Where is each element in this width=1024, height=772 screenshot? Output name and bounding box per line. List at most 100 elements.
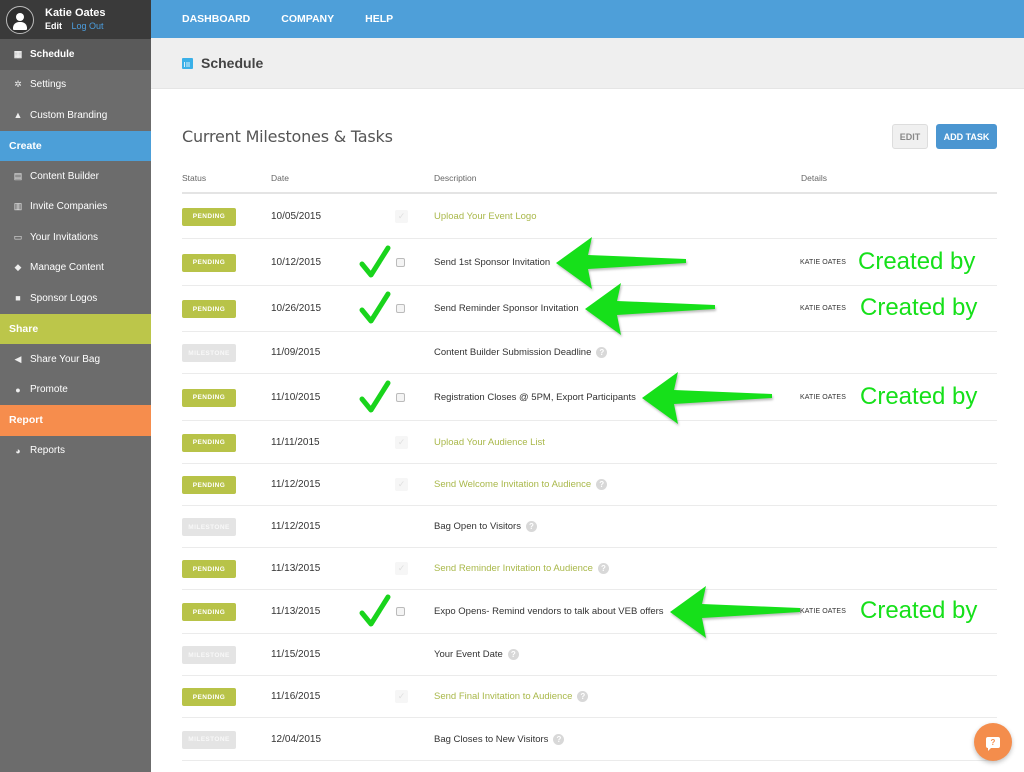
task-checkbox[interactable] bbox=[396, 607, 405, 616]
sidebar-item-your-invitations[interactable]: ▭ Your Invitations bbox=[0, 222, 151, 253]
annotation-arrow-icon bbox=[670, 586, 800, 638]
status-badge: MILESTONE bbox=[182, 646, 236, 664]
help-icon[interactable]: ? bbox=[525, 521, 537, 532]
annotation-arrow-icon bbox=[585, 283, 715, 335]
avatar[interactable] bbox=[6, 5, 34, 34]
table-row: PENDING 11/16/2015 ✓ Send Final Invitation … bbox=[182, 676, 997, 718]
completed-checkbox: ✓ bbox=[395, 435, 408, 449]
chat-help-icon: ? bbox=[986, 736, 1000, 751]
description-text: Send Reminder Invitation to Audience bbox=[434, 563, 593, 575]
status-badge: PENDING bbox=[182, 388, 236, 407]
task-description: Send Reminder Sponsor Invitation bbox=[434, 303, 579, 314]
help-icon[interactable]: ? bbox=[577, 691, 589, 702]
help-chat-button[interactable]: ? bbox=[974, 723, 1012, 761]
task-date: 11/09/2015 bbox=[271, 347, 321, 358]
column-details: Details bbox=[801, 173, 827, 183]
sidebar-section-share: Share bbox=[0, 313, 151, 344]
status-badge: MILESTONE bbox=[182, 344, 236, 362]
table-row: MILESTONE 12/04/2015 Bag Closes to New Vis… bbox=[182, 718, 997, 761]
description-text: Upload Your Audience List bbox=[434, 436, 545, 448]
sidebar-item-label: Share Your Bag bbox=[30, 353, 101, 365]
annotation-check-icon bbox=[359, 245, 391, 277]
annotation-created-by: Created by bbox=[860, 597, 978, 624]
annotation-created-by: Created by bbox=[858, 247, 976, 275]
edit-button[interactable]: EDIT bbox=[892, 124, 928, 149]
calendar-icon: ▦ bbox=[13, 48, 23, 59]
nav-help[interactable]: HELP bbox=[365, 13, 393, 25]
column-description: Description bbox=[434, 173, 477, 183]
sidebar-item-share-your-bag[interactable]: ◀ Share Your Bag bbox=[0, 344, 151, 375]
help-icon[interactable]: ? bbox=[553, 733, 565, 745]
sidebar-item-schedule[interactable]: ▦ Schedule bbox=[0, 39, 151, 70]
task-creator: KATIE OATES bbox=[800, 258, 846, 266]
layout-icon: ▤ bbox=[13, 170, 23, 181]
description-text: Send 1st Sponsor Invitation bbox=[434, 256, 551, 268]
send-icon: ◀ bbox=[14, 353, 22, 364]
task-creator: KATIE OATES bbox=[800, 393, 846, 401]
status-badge: MILESTONE bbox=[182, 730, 236, 749]
task-link[interactable]: Upload Your Audience List bbox=[434, 437, 545, 448]
sidebar-item-content-builder[interactable]: ▤ Content Builder bbox=[0, 161, 151, 192]
status-badge: PENDING bbox=[182, 300, 236, 318]
task-link[interactable]: Send Reminder Invitation to Audience? bbox=[434, 563, 609, 574]
completed-checkbox: ✓ bbox=[395, 562, 408, 575]
task-link[interactable]: Send Welcome Invitation to Audience? bbox=[434, 479, 608, 490]
task-checkbox[interactable] bbox=[396, 392, 405, 402]
task-date: 11/11/2015 bbox=[271, 436, 320, 448]
globe-icon: ● bbox=[15, 384, 21, 395]
sidebar-section-report: Report bbox=[0, 405, 151, 436]
nav-dashboard[interactable]: DASHBOARD bbox=[182, 13, 250, 25]
task-description: Expo Opens- Remind vendors to talk about… bbox=[434, 606, 664, 617]
annotation-created-by: Created by bbox=[860, 294, 978, 321]
briefcase-icon: ■ bbox=[15, 293, 21, 304]
sidebar-item-settings[interactable]: ✲ Settings bbox=[0, 70, 151, 101]
user-name: Katie Oates bbox=[45, 7, 106, 19]
column-date: Date bbox=[271, 173, 289, 183]
sidebar-item-label: Content Builder bbox=[30, 170, 99, 182]
nav-company[interactable]: COMPANY bbox=[281, 13, 334, 25]
task-date: 11/16/2015 bbox=[271, 691, 321, 702]
sidebar-item-custom-branding[interactable]: ▲ Custom Branding bbox=[0, 100, 151, 131]
sidebar-section-create: Create bbox=[0, 130, 151, 161]
task-date: 11/10/2015 bbox=[271, 391, 321, 403]
sidebar-item-manage-content[interactable]: ◆ Manage Content bbox=[0, 253, 151, 284]
task-creator: KATIE OATES bbox=[800, 305, 846, 312]
logout-link[interactable]: Log Out bbox=[72, 21, 104, 31]
inbox-icon: ▭ bbox=[13, 231, 23, 242]
status-badge: PENDING bbox=[182, 207, 236, 226]
sidebar-item-label: Custom Branding bbox=[30, 109, 108, 121]
completed-checkbox: ✓ bbox=[395, 690, 408, 703]
task-table: PENDING 10/05/2015 ✓ Upload Your Event Logo… bbox=[182, 194, 997, 761]
add-task-button[interactable]: ADD TASK bbox=[936, 124, 997, 149]
status-badge: PENDING bbox=[182, 560, 236, 578]
table-row: PENDING 10/26/2015 Send Reminder Sponsor I… bbox=[182, 283, 997, 335]
building-icon: ▥ bbox=[13, 201, 23, 212]
section-title: Current Milestones & Tasks bbox=[182, 127, 393, 146]
sidebar-item-promote[interactable]: ● Promote bbox=[0, 375, 151, 406]
table-row: PENDING 11/13/2015 Expo Opens- Remind vend… bbox=[182, 586, 997, 638]
sidebar-nav: ▦ Schedule ✲ Settings ▲ Custom Branding Create… bbox=[0, 39, 151, 466]
sidebar-item-sponsor-logos[interactable]: ■ Sponsor Logos bbox=[0, 283, 151, 314]
sidebar-item-label: Promote bbox=[30, 384, 68, 396]
sidebar-item-reports[interactable]: ◕ Reports bbox=[0, 436, 151, 467]
task-date: 10/05/2015 bbox=[271, 210, 322, 222]
tag-icon: ◆ bbox=[14, 262, 22, 273]
help-icon[interactable]: ? bbox=[596, 347, 608, 358]
task-description: Bag Open to Visitors? bbox=[434, 521, 537, 532]
task-checkbox[interactable] bbox=[396, 257, 405, 267]
help-icon[interactable]: ? bbox=[596, 479, 608, 490]
status-badge: PENDING bbox=[182, 476, 236, 494]
edit-profile-link[interactable]: Edit bbox=[45, 21, 62, 31]
task-link[interactable]: Upload Your Event Logo bbox=[434, 211, 536, 222]
task-description: Send 1st Sponsor Invitation bbox=[434, 257, 550, 268]
task-creator: KATIE OATES bbox=[800, 608, 846, 615]
task-date: 11/13/2015 bbox=[271, 606, 321, 617]
help-icon[interactable]: ? bbox=[597, 563, 609, 574]
task-checkbox[interactable] bbox=[396, 304, 405, 313]
annotation-created-by: Created by bbox=[860, 382, 978, 410]
help-icon[interactable]: ? bbox=[507, 649, 519, 660]
task-link[interactable]: Send Final Invitation to Audience? bbox=[434, 691, 589, 702]
task-date: 10/26/2015 bbox=[271, 303, 322, 314]
sidebar-item-invite-companies[interactable]: ▥ Invite Companies bbox=[0, 192, 151, 223]
table-row: PENDING 11/13/2015 ✓ Send Reminder Invitati… bbox=[182, 548, 997, 590]
